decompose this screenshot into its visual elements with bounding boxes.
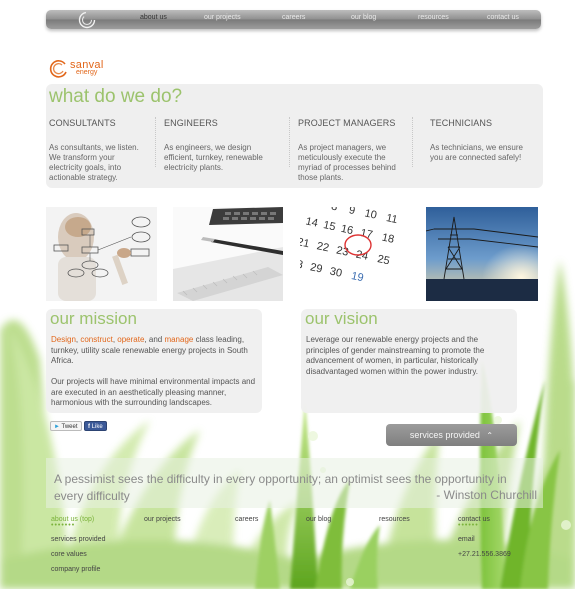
mission-keyword-design: Design	[51, 335, 76, 344]
services-button-label: services provided	[409, 430, 480, 440]
svg-text:18: 18	[381, 232, 395, 246]
tweet-button[interactable]: ► Tweet	[50, 421, 82, 431]
footer-services-provided[interactable]: services provided	[51, 536, 105, 543]
facebook-like-button[interactable]: f Like	[84, 421, 107, 431]
footer-core-values[interactable]: core values	[51, 551, 87, 558]
main-nav-bar: about us our projects careers our blog r…	[46, 10, 541, 29]
footer-company-profile[interactable]: company profile	[51, 566, 100, 573]
arrow-up-icon: ⌃	[486, 431, 494, 440]
footer-phone-number: +27.21.556.3869	[458, 551, 511, 558]
what-we-do-title: what do we do?	[49, 86, 183, 107]
role-description: As project managers, we meticulously exe…	[298, 143, 396, 182]
nav-resources[interactable]: resources	[418, 14, 449, 21]
svg-text:11: 11	[385, 212, 399, 226]
role-title: CONSULTANTS	[49, 118, 116, 128]
twitter-bird-icon: ►	[54, 424, 60, 430]
svg-text:29: 29	[309, 261, 323, 275]
brand-tagline: energy	[76, 69, 98, 76]
facebook-icon: f	[88, 424, 90, 430]
mission-paragraph-2: Our projects will have minimal environme…	[51, 377, 256, 407]
services-provided-button[interactable]: services provided ⌃	[386, 424, 517, 446]
svg-text:14: 14	[305, 215, 319, 229]
nav-our-projects[interactable]: our projects	[204, 14, 241, 21]
sanval-swirl-icon[interactable]	[78, 11, 96, 29]
mission-keyword-manage: manage	[164, 335, 194, 344]
vision-statement: Leverage our renewable energy projects a…	[306, 335, 485, 376]
footer-contact-us[interactable]: contact us	[458, 516, 490, 523]
svg-text:25: 25	[376, 253, 390, 267]
role-description: As technicians, we ensure you are connec…	[430, 143, 523, 162]
mission-keyword-construct: construct	[80, 335, 113, 344]
tweet-label: Tweet	[61, 424, 78, 430]
quote-author: - Winston Churchill	[436, 488, 537, 502]
footer-email-link[interactable]: email	[458, 536, 475, 543]
power-pylon-photo	[426, 207, 538, 301]
mission-title: our mission	[50, 309, 137, 328]
mission-statement: Design, construct, operate, and manage c…	[51, 335, 256, 367]
svg-text:10: 10	[363, 207, 377, 221]
footer-careers[interactable]: careers	[235, 516, 258, 523]
like-label: Like	[91, 424, 103, 430]
calendar-photo: 7891011 1415161718 2122232425 28293019	[300, 207, 409, 301]
nav-contact-us[interactable]: contact us	[487, 14, 519, 21]
flowchart-photo	[46, 207, 157, 301]
svg-text:17: 17	[359, 227, 373, 241]
divider	[155, 117, 156, 167]
footer-about-us-top[interactable]: about us (top)	[51, 516, 94, 523]
role-description: As consultants, we listen. We transform …	[49, 143, 139, 182]
svg-text:22: 22	[316, 240, 330, 254]
role-title: PROJECT MANAGERS	[298, 118, 396, 128]
mission-panel: our mission Design, construct, operate, …	[46, 309, 262, 413]
vision-panel: our vision Leverage our renewable energy…	[301, 309, 517, 413]
svg-text:24: 24	[355, 249, 369, 263]
role-description: As engineers, we design efficient, turnk…	[164, 143, 263, 172]
mission-keyword-operate: operate	[117, 335, 145, 344]
nav-our-blog[interactable]: our blog	[351, 14, 376, 21]
what-we-do-section: what do we do? CONSULTANTS As consultant…	[46, 84, 543, 188]
separator: , and	[144, 335, 165, 344]
footer-our-projects[interactable]: our projects	[144, 516, 181, 523]
footer-our-blog[interactable]: our blog	[306, 516, 331, 523]
svg-text:15: 15	[322, 219, 336, 233]
divider-dots: •••••••	[51, 522, 76, 529]
role-engineers: ENGINEERS As engineers, we design effici…	[164, 118, 270, 173]
calculator-photo	[173, 207, 283, 301]
svg-text:16: 16	[340, 223, 354, 237]
sanval-logo-icon	[49, 60, 67, 78]
vision-title: our vision	[305, 309, 378, 328]
role-project-managers: PROJECT MANAGERS As project managers, we…	[298, 118, 406, 183]
role-consultants: CONSULTANTS As consultants, we listen. W…	[49, 118, 149, 183]
nav-about-us[interactable]: about us	[140, 14, 167, 21]
footer-resources[interactable]: resources	[379, 516, 410, 523]
divider	[412, 117, 413, 167]
divider	[289, 117, 290, 167]
role-title: TECHNICIANS	[430, 118, 493, 128]
svg-text:30: 30	[329, 265, 343, 279]
quote-section: A pessimist sees the difficulty in every…	[46, 458, 543, 508]
svg-text:19: 19	[350, 270, 364, 284]
role-title: ENGINEERS	[164, 118, 218, 128]
nav-careers[interactable]: careers	[282, 14, 305, 21]
divider-dots: ••••••	[458, 522, 479, 529]
brand-logo[interactable]: sanval energy	[49, 59, 119, 81]
role-technicians: TECHNICIANS As technicians, we ensure yo…	[430, 118, 530, 163]
